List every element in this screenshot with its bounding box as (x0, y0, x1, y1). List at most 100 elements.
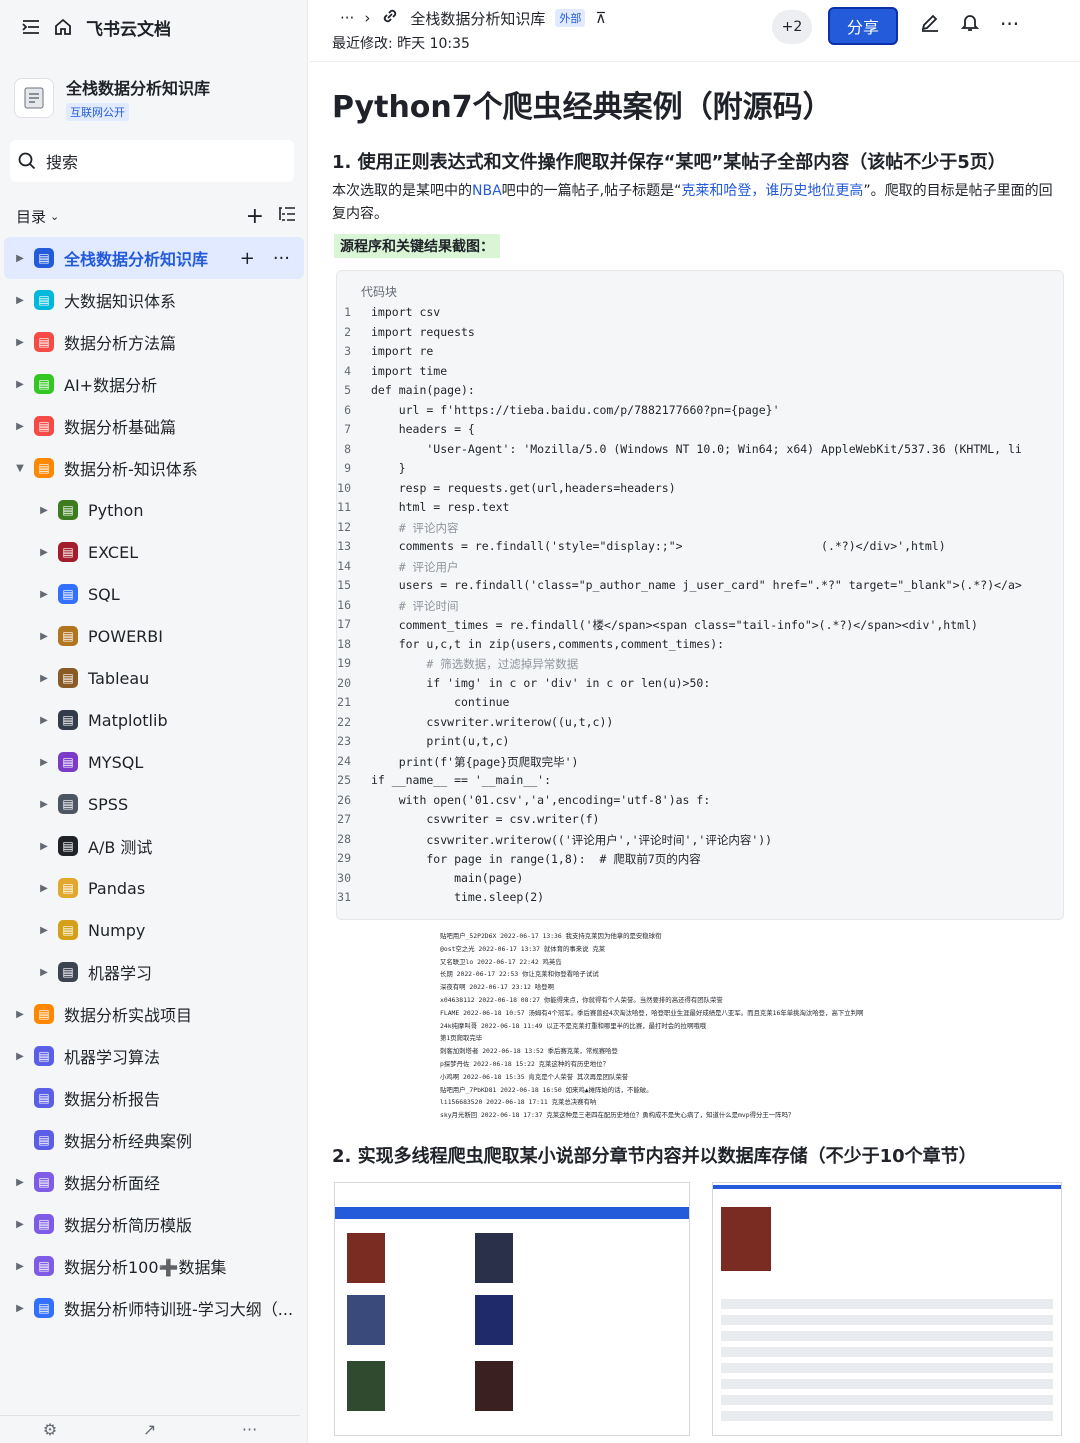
sidebar-item[interactable]: ▶ ▤ 数据分析面经 (0, 1161, 308, 1203)
chevron-right-icon[interactable]: ▶ (38, 589, 50, 600)
code-line: 13 comments = re.findall('style="display… (337, 539, 1063, 559)
sidebar-item[interactable]: ▶ ▤ 数据分析100➕数据集 (0, 1245, 308, 1287)
line-number: 1 (344, 305, 351, 319)
output-line: 贴吧用户_52P2D6X 2022-06-17 13:36 我支持克莱因为他拿的… (440, 932, 662, 940)
app-title[interactable]: 飞书云文档 (86, 15, 171, 40)
page-icon: ▤ (34, 1214, 54, 1234)
edit-icon[interactable] (920, 12, 940, 36)
chevron-right-icon[interactable]: ▶ (38, 547, 50, 558)
sidebar-item[interactable]: ▶ ▤ POWERBI (0, 615, 308, 657)
home-icon[interactable] (54, 18, 72, 36)
collaborators-count[interactable]: +2 (772, 10, 812, 44)
chevron-right-icon[interactable]: ▶ (38, 799, 50, 810)
line-number: 12 (337, 519, 351, 534)
output-line: 24k纯摩叫哥 2022-06-18 11:49 以正不是克莱打重和哪里半的比赛… (440, 1021, 707, 1030)
sidebar-item[interactable]: ▼ ▤ 数据分析-知识体系 (0, 447, 308, 489)
sidebar-item-label: 机器学习算法 (64, 1048, 161, 1067)
output-line: li156683520 2022-06-18 17:11 克莱总决赛有呐 (440, 1098, 597, 1107)
chevron-right-icon[interactable]: ▶ (38, 883, 50, 894)
more-icon[interactable]: ··· (242, 1420, 257, 1439)
chevron-right-icon[interactable]: ▶ (38, 505, 50, 516)
sidebar-item[interactable]: ▶ ▤ Numpy (0, 909, 308, 951)
collapse-sidebar-icon[interactable] (22, 19, 40, 35)
sidebar: 飞书云文档 全栈数据分析知识库 互联网公开 搜索 目录 ⌄ + ▶ ▤ 全栈数据分析… (0, 0, 308, 1443)
chevron-right-icon[interactable]: ▶ (38, 967, 50, 978)
chevron-right-icon[interactable]: ▶ (14, 295, 26, 306)
sidebar-item[interactable]: ▶ ▤ Python (0, 489, 308, 531)
section-1-heading: 1. 使用正则表达式和文件操作爬取并保存“某吧”某帖子全部内容（该帖不少于5页） (332, 152, 1006, 173)
sidebar-item[interactable]: ▶ ▤ 数据分析实战项目 (0, 993, 308, 1035)
search-input[interactable]: 搜索 (10, 140, 294, 182)
outline-icon[interactable] (278, 206, 296, 226)
code-text: if __name__ == '__main__': (371, 773, 552, 787)
code-block[interactable]: 代码块 1 import csv 2 import requests 3 import r… (336, 270, 1064, 920)
chevron-right-icon[interactable]: ▶ (14, 253, 26, 264)
code-line: 10 resp = requests.get(url,headers=heade… (337, 481, 1063, 501)
chevron-right-icon[interactable]: ▶ (38, 841, 50, 852)
chevron-right-icon[interactable]: ▶ (38, 757, 50, 768)
share-out-icon[interactable]: ↗ (143, 1420, 156, 1439)
sidebar-item[interactable]: ▤ 数据分析经典案例 (0, 1119, 308, 1161)
more-options-icon[interactable]: ··· (1000, 12, 1019, 36)
sidebar-item[interactable]: ▶ ▤ 大数据知识体系 (0, 279, 308, 321)
chevron-right-icon[interactable]: ▶ (38, 715, 50, 726)
line-number: 25 (337, 773, 351, 787)
breadcrumb-doc-name[interactable]: 全栈数据分析知识库 (410, 8, 545, 29)
chevron-right-icon[interactable]: ▶ (14, 379, 26, 390)
pin-icon[interactable]: ⊼ (595, 9, 606, 27)
code-line: 25 if __name__ == '__main__': (337, 773, 1063, 793)
chevron-right-icon[interactable]: ▶ (14, 1219, 26, 1230)
chevron-right-icon: › (364, 9, 371, 27)
code-line: 31 time.sleep(2) (337, 890, 1063, 910)
sidebar-item-label: 大数据知识体系 (64, 292, 177, 311)
sidebar-item-label: 机器学习 (88, 964, 153, 983)
sidebar-item[interactable]: ▶ ▤ EXCEL (0, 531, 308, 573)
chevron-down-icon[interactable]: ⌄ (50, 210, 59, 223)
chevron-right-icon[interactable]: ▶ (38, 925, 50, 936)
page-icon: ▤ (58, 752, 78, 772)
more-icon[interactable]: ··· (273, 248, 290, 269)
sidebar-item[interactable]: ▶ ▤ SQL (0, 573, 308, 615)
add-icon[interactable]: + (246, 204, 264, 229)
chevron-right-icon[interactable]: ▶ (14, 421, 26, 432)
sidebar-item[interactable]: ▶ ▤ A/B 测试 (0, 825, 308, 867)
knowledge-base-card[interactable]: 全栈数据分析知识库 互联网公开 (14, 70, 294, 126)
code-line: 17 comment_times = re.findall('楼</span><… (337, 617, 1063, 637)
share-button[interactable]: 分享 (828, 7, 898, 45)
chevron-down-icon[interactable]: ▼ (14, 463, 26, 474)
sidebar-item[interactable]: ▶ ▤ 机器学习算法 (0, 1035, 308, 1077)
chevron-right-icon[interactable]: ▶ (14, 1261, 26, 1272)
sidebar-item[interactable]: ▶ ▤ MYSQL (0, 741, 308, 783)
chevron-right-icon[interactable]: ▶ (14, 1051, 26, 1062)
sidebar-item[interactable]: ▶ ▤ 数据分析基础篇 (0, 405, 308, 447)
page-icon: ▤ (58, 668, 78, 688)
line-number: 18 (337, 636, 351, 651)
toc-label[interactable]: 目录 (16, 206, 46, 227)
chevron-right-icon[interactable]: ▶ (38, 631, 50, 642)
code-line: 6 url = f'https://tieba.baidu.com/p/7882… (337, 403, 1063, 423)
chevron-right-icon[interactable]: ▶ (14, 1177, 26, 1188)
code-line: 9 } (337, 461, 1063, 481)
bell-icon[interactable] (960, 12, 980, 36)
sidebar-item[interactable]: ▶ ▤ SPSS (0, 783, 308, 825)
sidebar-item[interactable]: ▶ ▤ 数据分析简历模版 (0, 1203, 308, 1245)
chevron-right-icon[interactable]: ▶ (38, 673, 50, 684)
sidebar-item[interactable]: ▶ ▤ Tableau (0, 657, 308, 699)
chevron-right-icon[interactable]: ▶ (14, 1303, 26, 1314)
sidebar-item-label: SPSS (88, 794, 129, 814)
add-icon[interactable]: + (240, 248, 255, 269)
chevron-right-icon[interactable]: ▶ (14, 1009, 26, 1020)
program-output-screenshot: 贴吧用户_52P2D6X 2022-06-17 13:36 我支持克莱因为他拿的… (440, 930, 960, 1120)
sidebar-item[interactable]: ▶ ▤ 数据分析方法篇 (0, 321, 308, 363)
breadcrumb-more[interactable]: ··· (340, 9, 354, 27)
sidebar-item[interactable]: ▶ ▤ Pandas (0, 867, 308, 909)
line-number: 15 (337, 578, 351, 592)
sidebar-item[interactable]: ▶ ▤ 机器学习 (0, 951, 308, 993)
chevron-right-icon[interactable]: ▶ (14, 337, 26, 348)
sidebar-item[interactable]: ▤ 数据分析报告 (0, 1077, 308, 1119)
settings-icon[interactable]: ⚙ (43, 1420, 57, 1439)
sidebar-item[interactable]: ▶ ▤ AI+数据分析 (0, 363, 308, 405)
sidebar-item[interactable]: ▶ ▤ Matplotlib (0, 699, 308, 741)
sidebar-item[interactable]: ▶ ▤ 数据分析师特训班-学习大纲（... (0, 1287, 308, 1329)
sidebar-item[interactable]: ▶ ▤ 全栈数据分析知识库 + ··· (4, 237, 304, 279)
